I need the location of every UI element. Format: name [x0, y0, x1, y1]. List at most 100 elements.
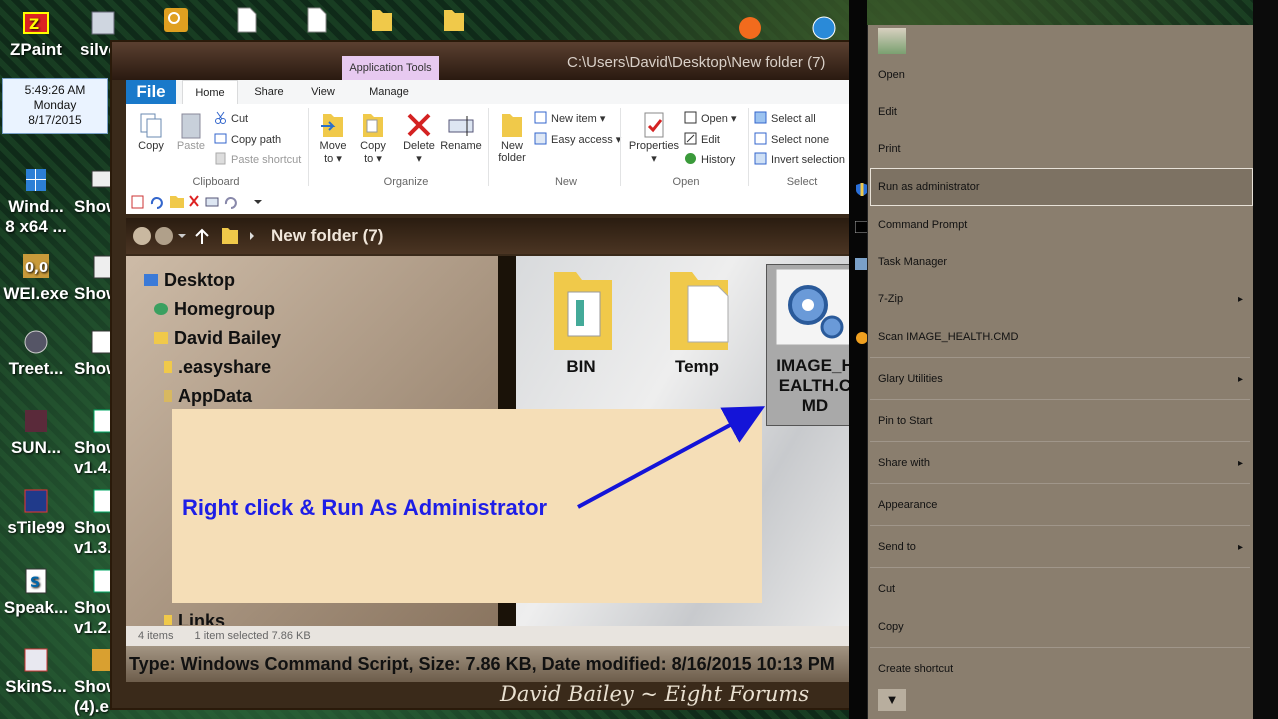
- menu-item-create-shortcut[interactable]: Create shortcut: [878, 663, 953, 675]
- nav-item-easyshare[interactable]: .easyshare: [164, 357, 271, 378]
- new-item-button[interactable]: New item ▾: [534, 111, 605, 125]
- back-forward-icon[interactable]: [130, 218, 260, 254]
- menu-item-print[interactable]: Print: [878, 143, 901, 155]
- desktop-icon-sun[interactable]: SUN...: [0, 406, 72, 458]
- desktop-icon-show-1[interactable]: Show: [74, 165, 114, 217]
- menu-item-edit[interactable]: Edit: [878, 106, 897, 118]
- ribbon-tabs: File Home Share View Manage: [126, 80, 851, 105]
- menu-item-scan[interactable]: Scan IMAGE_HEALTH.CMD: [878, 331, 1018, 343]
- desktop-icon-show-2[interactable]: Show: [74, 252, 114, 304]
- title-bar[interactable]: C:\Users\David\Desktop\New folder (7): [112, 42, 853, 80]
- file-item-bin[interactable]: BIN: [536, 262, 626, 377]
- nav-item-links[interactable]: Links: [164, 611, 225, 625]
- selection-info: 1 item selected 7.86 KB: [194, 630, 311, 642]
- menu-scroll-down-button[interactable]: ▼: [878, 689, 906, 711]
- copy-to-button[interactable]: Copy to ▾: [356, 110, 390, 165]
- key-icon[interactable]: [162, 6, 190, 34]
- cut-button[interactable]: Cut: [214, 111, 248, 125]
- menu-item-task-manager[interactable]: Task Manager: [878, 256, 947, 268]
- menu-item-appearance[interactable]: Appearance: [878, 499, 937, 511]
- desktop-icon-speak[interactable]: S Speak...: [0, 566, 72, 618]
- address-bar[interactable]: New folder (7): [126, 218, 851, 254]
- folder-icon[interactable]: [440, 6, 468, 34]
- file-item-temp[interactable]: Temp: [652, 262, 742, 377]
- submenu-arrow-icon: ▸: [1238, 542, 1244, 553]
- desktop-icon-zpaint[interactable]: Z ZPaint: [0, 8, 72, 60]
- desktop-icon-show-5[interactable]: Show v1.3.: [74, 486, 114, 558]
- select-none-button[interactable]: Select none: [754, 132, 829, 146]
- desktop-icon-show-3[interactable]: Show: [74, 327, 114, 379]
- menu-item-open[interactable]: Open: [878, 69, 905, 81]
- desktop-icon-show-4[interactable]: Show v1.4.: [74, 406, 114, 478]
- rename-button[interactable]: Rename: [440, 110, 482, 152]
- group-separator: [748, 108, 749, 186]
- copy-path-button[interactable]: Copy path: [214, 132, 281, 146]
- wei-icon: 0,0: [21, 252, 51, 282]
- select-all-button[interactable]: Select all: [754, 111, 816, 125]
- open-button[interactable]: Open ▾: [684, 111, 737, 125]
- desktop-icon-skins[interactable]: SkinS...: [0, 645, 72, 697]
- tab-share[interactable]: Share: [244, 80, 294, 104]
- invert-selection-button[interactable]: Invert selection: [754, 152, 845, 166]
- menu-item-copy[interactable]: Copy: [878, 621, 904, 633]
- tab-manage[interactable]: Manage: [344, 80, 434, 104]
- nav-item-desktop[interactable]: Desktop: [144, 270, 235, 291]
- history-button[interactable]: History: [684, 152, 735, 166]
- explorer-window: C:\Users\David\Desktop\New folder (7) Ap…: [110, 40, 864, 710]
- menu-item-share-with[interactable]: Share with: [878, 457, 930, 469]
- submenu-arrow-icon: ▸: [1238, 458, 1244, 469]
- folder-icon: [164, 390, 172, 402]
- document-icon[interactable]: [232, 6, 260, 34]
- svg-text:0,0: 0,0: [25, 261, 48, 276]
- delete-button[interactable]: Delete ▾: [400, 110, 438, 165]
- edit-button[interactable]: Edit: [684, 132, 720, 146]
- nav-item-appdata[interactable]: AppData: [164, 386, 252, 407]
- group-select-label: Select: [786, 176, 818, 188]
- menu-item-cut[interactable]: Cut: [878, 583, 895, 595]
- quick-access-toolbar: [126, 190, 851, 214]
- menu-item-pin-to-start[interactable]: Pin to Start: [878, 415, 932, 427]
- paste-shortcut-icon: [214, 152, 227, 165]
- desktop-icon-show-7[interactable]: Show (4).e: [74, 645, 114, 717]
- folder-icon[interactable]: [368, 6, 396, 34]
- context-menu: Open Edit Print Run as administrator Com…: [867, 25, 1254, 719]
- invert-selection-icon: [754, 152, 767, 165]
- paste-shortcut-button[interactable]: Paste shortcut: [214, 152, 301, 166]
- document-icon[interactable]: [302, 6, 330, 34]
- group-separator: [488, 108, 489, 186]
- new-item-icon: [534, 111, 547, 124]
- globe-icon[interactable]: [810, 14, 838, 42]
- group-organize-label: Organize: [383, 176, 429, 188]
- tab-file[interactable]: File: [126, 80, 176, 104]
- desktop-icon-windows[interactable]: Wind... 8 x64 ...: [0, 165, 72, 237]
- rename-icon: [447, 110, 475, 140]
- submenu-arrow-icon: ▸: [1238, 374, 1244, 385]
- nav-item-homegroup[interactable]: Homegroup: [154, 299, 275, 320]
- tab-view[interactable]: View: [298, 80, 348, 104]
- menu-item-command-prompt[interactable]: Command Prompt: [878, 219, 967, 231]
- properties-button[interactable]: Properties ▾: [626, 110, 682, 165]
- paste-button[interactable]: Paste: [174, 110, 208, 152]
- item-count: 4 items: [138, 630, 174, 642]
- desktop-icon-stile99[interactable]: sTile99: [0, 486, 72, 538]
- tab-home[interactable]: Home: [182, 80, 238, 105]
- desktop-icon-wei[interactable]: 0,0 WEI.exe: [0, 252, 72, 304]
- group-open-label: Open: [672, 176, 700, 188]
- move-to-button[interactable]: Move to ▾: [316, 110, 350, 165]
- menu-item-run-as-administrator[interactable]: Run as administrator: [878, 181, 980, 193]
- copy-button[interactable]: Copy: [134, 110, 168, 152]
- app-icon[interactable]: [736, 14, 764, 42]
- menu-item-glary-utilities[interactable]: Glary Utilities: [878, 373, 943, 385]
- desktop-icon-treet[interactable]: Treet...: [0, 327, 72, 379]
- easy-access-button[interactable]: Easy access ▾: [534, 132, 621, 146]
- menu-item-7zip[interactable]: 7-Zip: [878, 293, 903, 305]
- menu-item-send-to[interactable]: Send to: [878, 541, 916, 553]
- nav-item-david-bailey[interactable]: David Bailey: [154, 328, 281, 349]
- new-folder-button[interactable]: New folder: [494, 110, 530, 164]
- menu-separator: [870, 441, 1250, 442]
- quick-access-icons[interactable]: [126, 190, 276, 214]
- desktop-icon-show-6[interactable]: Show v1.2.: [74, 566, 114, 638]
- group-separator: [620, 108, 621, 186]
- callout-box: Right click & Run As Administrator: [172, 409, 762, 603]
- clock-time: 5:49:26 AM: [24, 83, 86, 97]
